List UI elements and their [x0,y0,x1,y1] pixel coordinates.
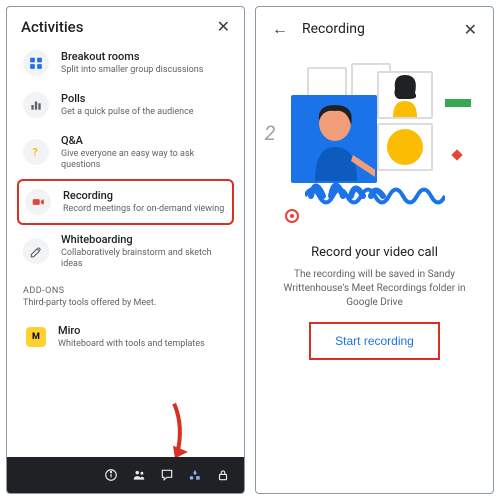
back-icon[interactable]: ← [272,19,288,39]
addon-miro[interactable]: M Miro Whiteboard with tools and templat… [17,316,234,358]
activity-title: Breakout rooms [61,50,203,63]
waveform-icon [305,181,445,211]
chat-icon[interactable] [160,468,174,482]
activity-title: Whiteboarding [61,233,228,246]
activities-panel: Activities ✕ Breakout rooms Split into s… [6,6,245,494]
activities-list: Breakout rooms Split into smaller group … [7,40,244,278]
close-icon[interactable]: ✕ [464,20,477,39]
activities-header: Activities ✕ [7,7,244,40]
bottom-toolbar [7,457,244,493]
activity-desc: Split into smaller group discussions [61,65,203,76]
info-icon[interactable] [104,468,118,482]
activity-recording[interactable]: Recording Record meetings for on-demand … [17,179,234,225]
activity-title: Polls [61,92,194,105]
close-icon[interactable]: ✕ [217,17,230,36]
people-icon[interactable] [132,468,146,482]
lock-icon[interactable] [216,468,230,482]
whiteboard-icon [23,238,49,264]
activities-title: Activities [21,18,83,36]
activity-qa[interactable]: ? Q&A Give everyone an easy way to ask q… [17,126,234,179]
activity-whiteboarding[interactable]: Whiteboarding Collaboratively brainstorm… [17,225,234,278]
recording-heading: Record your video call [256,241,493,264]
activity-desc: Record meetings for on-demand viewing [63,204,224,215]
activity-title: Q&A [61,134,228,147]
recording-description: The recording will be saved in Sandy Wri… [256,264,493,322]
addons-header: ADD-ONS [7,278,244,296]
activities-icon[interactable] [188,468,202,482]
squiggle-icon: 2 [265,121,276,145]
activity-title: Recording [63,189,224,202]
breakout-icon [23,50,49,76]
qa-icon: ? [23,139,49,165]
recording-header: ← Recording ✕ [256,7,493,51]
addon-title: Miro [58,324,205,337]
activity-desc: Collaboratively brainstorm and sketch id… [61,248,228,270]
activity-desc: Give everyone an easy way to ask questio… [61,149,228,171]
activity-polls[interactable]: Polls Get a quick pulse of the audience [17,84,234,126]
annotation-highlight: Start recording [309,322,440,360]
record-dot-icon [285,209,299,223]
recording-panel: ← Recording ✕ 2 [255,6,494,494]
addon-desc: Whiteboard with tools and templates [58,339,205,350]
start-recording-button[interactable]: Start recording [329,330,420,352]
addons-subtitle: Third-party tools offered by Meet. [7,296,244,314]
activity-desc: Get a quick pulse of the audience [61,107,194,118]
recording-icon [25,189,51,215]
polls-icon [23,92,49,118]
svg-text:?: ? [33,146,38,159]
miro-icon: M [26,327,46,347]
recording-title: Recording [302,21,450,37]
recording-illustration: 2 [256,51,493,241]
activity-breakout-rooms[interactable]: Breakout rooms Split into smaller group … [17,42,234,84]
